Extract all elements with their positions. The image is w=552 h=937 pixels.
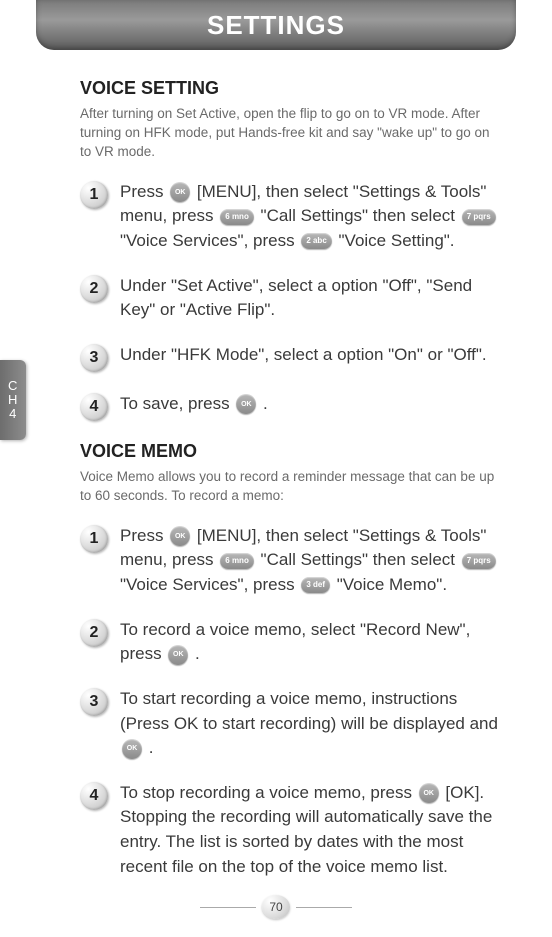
step-text: To start recording a voice memo, instruc… xyxy=(120,687,502,761)
step-number: 4 xyxy=(80,393,108,421)
text-segment: "Voice Services", press xyxy=(120,231,299,250)
step-number: 3 xyxy=(80,688,108,716)
ok-key-icon: OK xyxy=(168,645,188,665)
ornament-line xyxy=(200,907,256,908)
step-number: 1 xyxy=(80,181,108,209)
step: 4 To save, press OK . xyxy=(80,392,502,421)
section-voice-memo: VOICE MEMO Voice Memo allows you to reco… xyxy=(80,441,502,879)
step-number: 4 xyxy=(80,782,108,810)
section-description: After turning on Set Active, open the fl… xyxy=(80,105,502,162)
chapter-tab-line: C xyxy=(8,379,18,393)
text-segment: . xyxy=(144,738,153,757)
ok-key-icon: OK xyxy=(419,783,439,803)
step: 1 Press OK [MENU], then select "Settings … xyxy=(80,524,502,598)
text-segment: To save, press xyxy=(120,394,234,413)
step: 4 To stop recording a voice memo, press O… xyxy=(80,781,502,880)
text-segment: "Voice Setting". xyxy=(334,231,455,250)
ok-key-icon: OK xyxy=(236,394,256,414)
section-title: VOICE SETTING xyxy=(80,78,502,99)
ok-key-icon: OK xyxy=(122,739,142,759)
page: SETTINGS C H 4 VOICE SETTING After turni… xyxy=(0,0,552,937)
step: 2 Under "Set Active", select a option "Of… xyxy=(80,274,502,323)
page-title: SETTINGS xyxy=(207,10,345,41)
text-segment: Press xyxy=(120,182,168,201)
numkey-k2-icon: 2 abc xyxy=(301,233,331,249)
text-segment: To stop recording a voice memo, press xyxy=(120,783,417,802)
text-segment: "Voice Services", press xyxy=(120,575,299,594)
step-text: To stop recording a voice memo, press OK… xyxy=(120,781,502,880)
step: 1 Press OK [MENU], then select "Settings … xyxy=(80,180,502,254)
content-area: VOICE SETTING After turning on Set Activ… xyxy=(30,50,522,879)
ok-key-icon: OK xyxy=(170,526,190,546)
text-segment: Press xyxy=(120,526,168,545)
numkey-k7-icon: 7 pqrs xyxy=(462,209,496,225)
step: 3 To start recording a voice memo, instru… xyxy=(80,687,502,761)
chapter-tab-line: H xyxy=(8,393,18,407)
section-voice-setting: VOICE SETTING After turning on Set Activ… xyxy=(80,78,502,421)
text-segment: "Call Settings" then select xyxy=(256,550,460,569)
step-number: 3 xyxy=(80,344,108,372)
step-text: Press OK [MENU], then select "Settings &… xyxy=(120,180,502,254)
text-segment: Under "Set Active", select a option "Off… xyxy=(120,276,472,320)
step-number: 1 xyxy=(80,525,108,553)
section-title: VOICE MEMO xyxy=(80,441,502,462)
ornament-line xyxy=(296,907,352,908)
text-segment: . xyxy=(258,394,267,413)
text-segment: Under "HFK Mode", select a option "On" o… xyxy=(120,345,487,364)
page-number: 70 xyxy=(262,895,290,919)
step-number: 2 xyxy=(80,619,108,647)
step-text: Under "HFK Mode", select a option "On" o… xyxy=(120,343,502,368)
steps-list: 1 Press OK [MENU], then select "Settings … xyxy=(80,524,502,880)
chapter-tab-line: 4 xyxy=(9,407,17,421)
numkey-k7-icon: 7 pqrs xyxy=(462,553,496,569)
step-text: Under "Set Active", select a option "Off… xyxy=(120,274,502,323)
ok-key-icon: OK xyxy=(170,182,190,202)
step-text: Press OK [MENU], then select "Settings &… xyxy=(120,524,502,598)
page-number-ornament: 70 xyxy=(200,895,352,919)
text-segment: To start recording a voice memo, instruc… xyxy=(120,689,498,733)
numkey-k3-icon: 3 def xyxy=(301,577,330,593)
step-text: To save, press OK . xyxy=(120,392,502,417)
step: 2 To record a voice memo, select "Record … xyxy=(80,618,502,667)
numkey-k6-icon: 6 mno xyxy=(220,553,254,569)
text-segment: "Call Settings" then select xyxy=(256,206,460,225)
chapter-tab: C H 4 xyxy=(0,360,26,440)
step-text: To record a voice memo, select "Record N… xyxy=(120,618,502,667)
section-description: Voice Memo allows you to record a remind… xyxy=(80,468,502,506)
steps-list: 1 Press OK [MENU], then select "Settings … xyxy=(80,180,502,421)
page-header: SETTINGS xyxy=(36,0,516,50)
text-segment: "Voice Memo". xyxy=(332,575,447,594)
step-number: 2 xyxy=(80,275,108,303)
text-segment: . xyxy=(190,644,199,663)
numkey-k6-icon: 6 mno xyxy=(220,209,254,225)
step: 3 Under "HFK Mode", select a option "On" … xyxy=(80,343,502,372)
